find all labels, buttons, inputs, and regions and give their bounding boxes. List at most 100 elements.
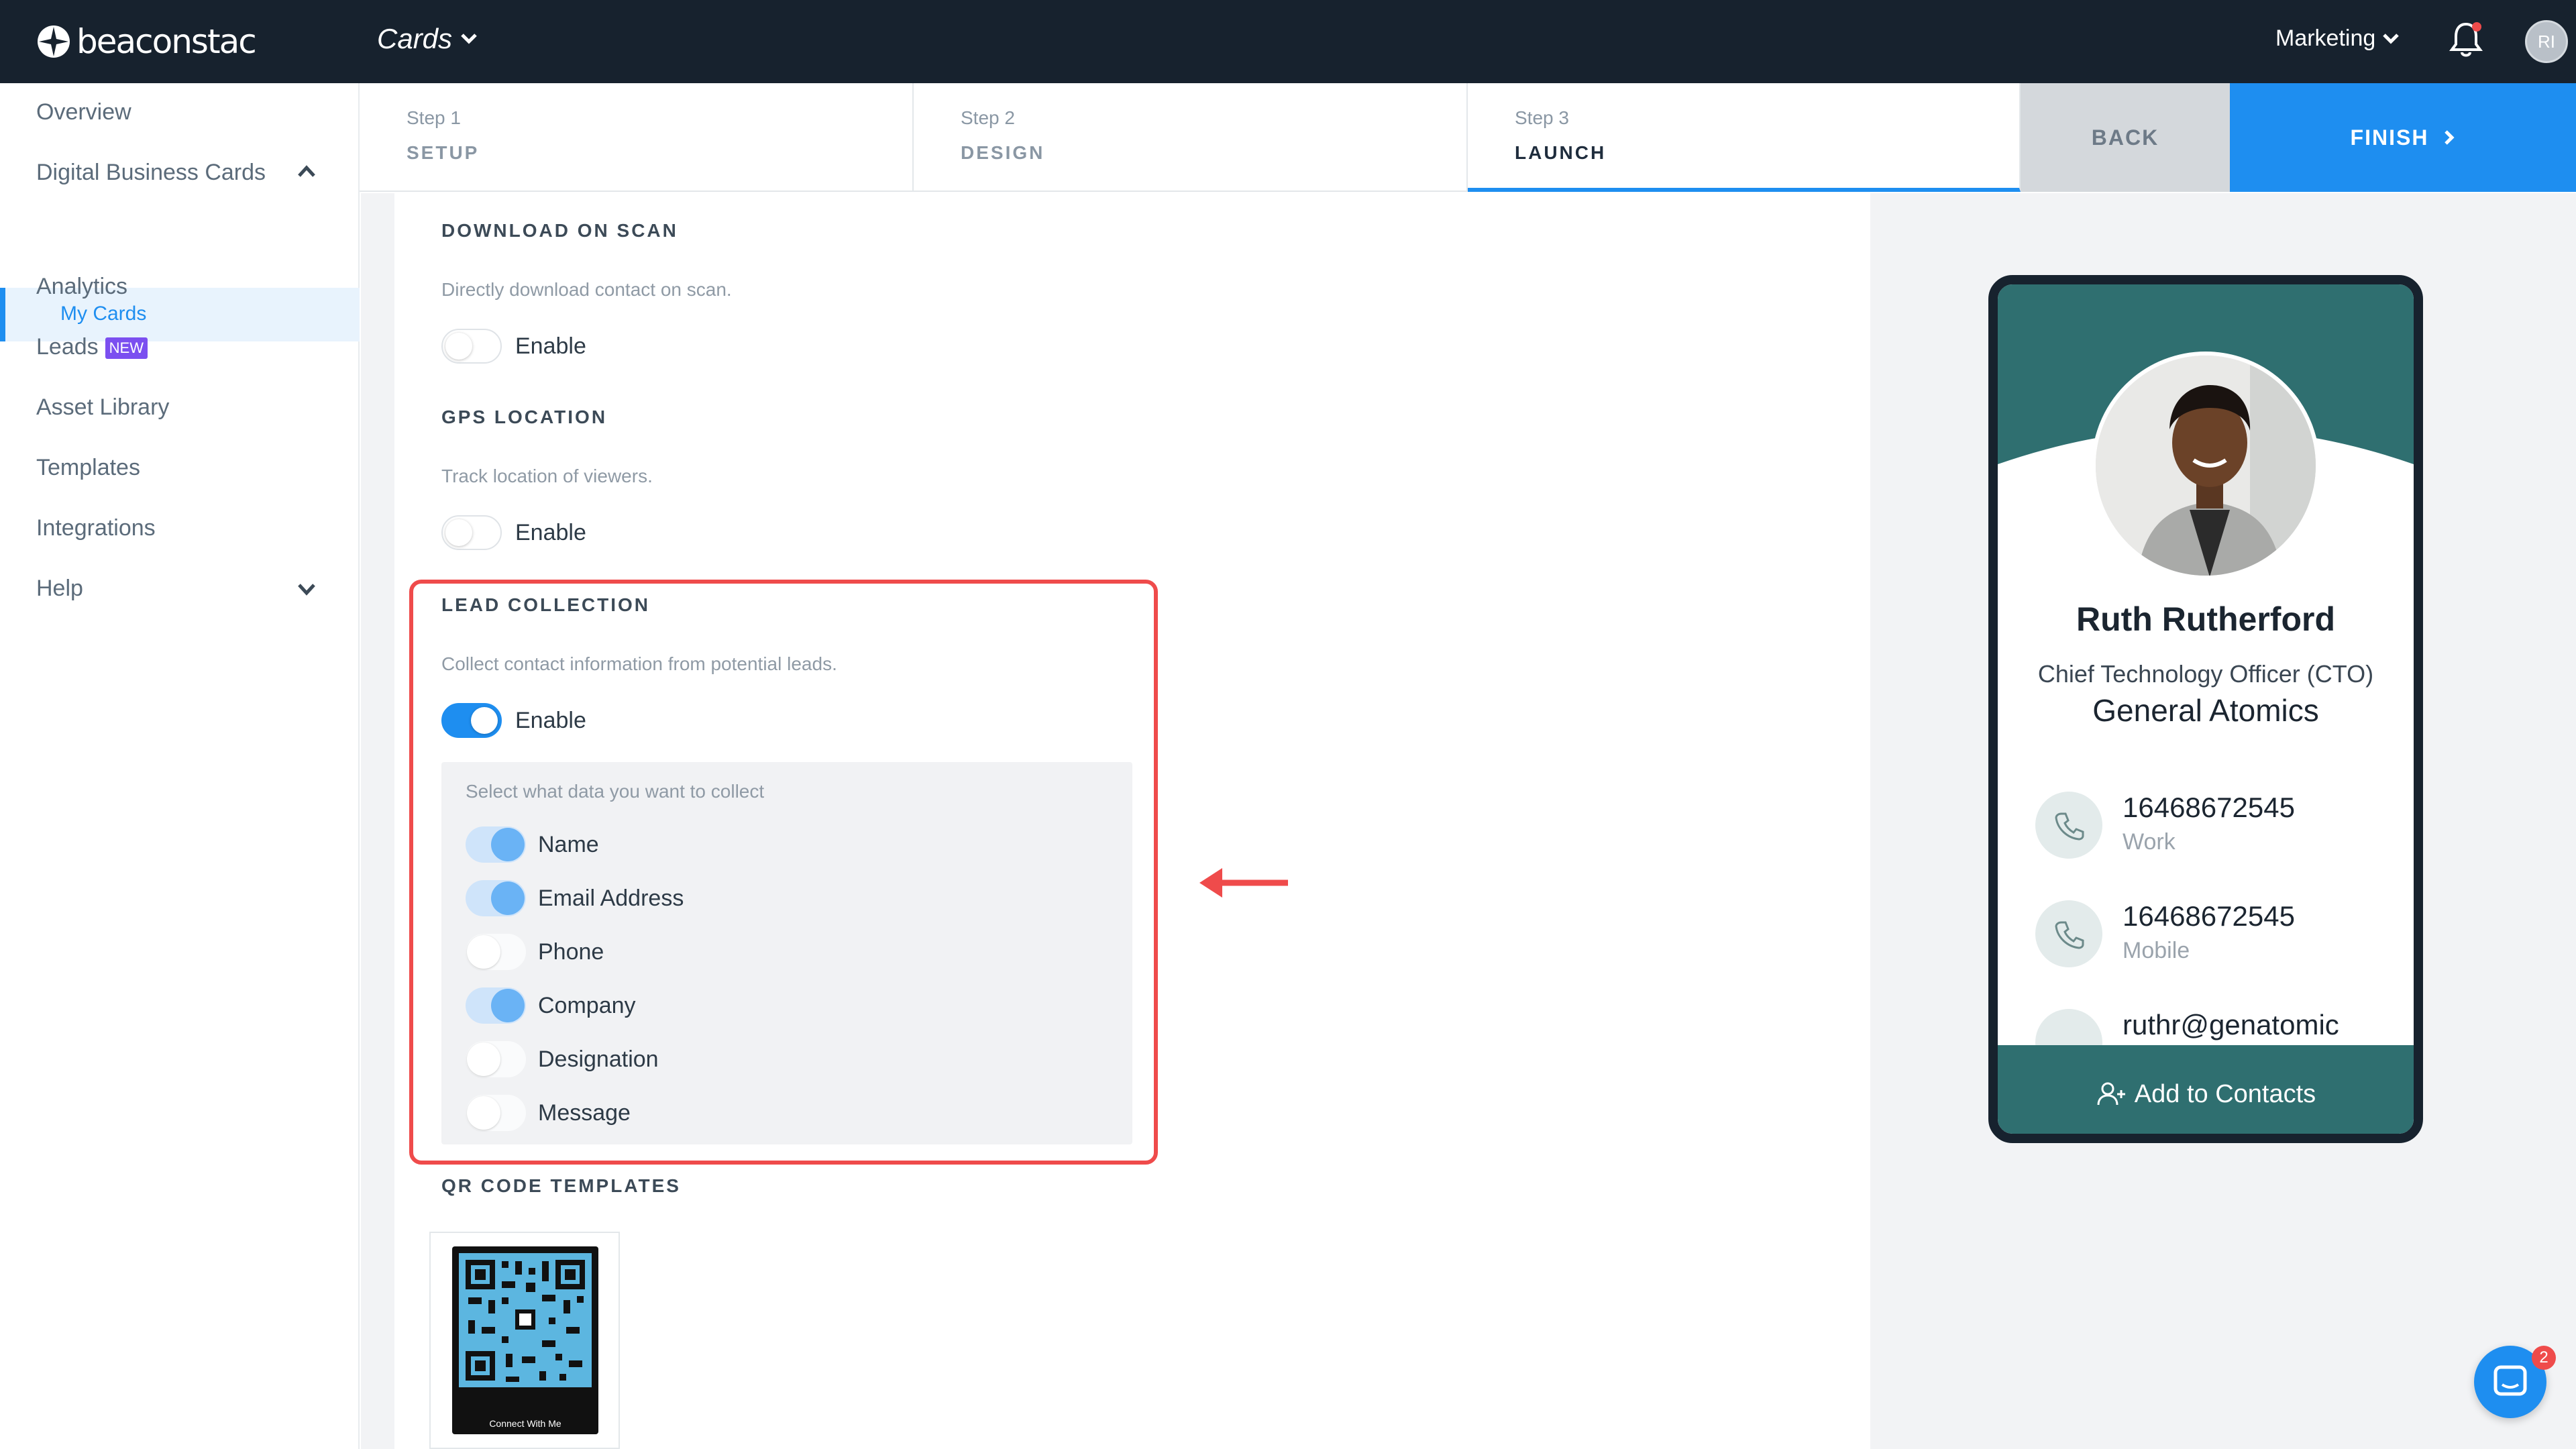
team-switcher[interactable]: Marketing [2275, 25, 2400, 52]
chevron-up-icon[interactable] [297, 164, 317, 178]
chevron-down-icon [461, 34, 477, 44]
lead-field-toggle[interactable] [466, 1095, 526, 1131]
lead-field-company: Company [466, 987, 636, 1024]
lead-field-label: Designation [538, 1046, 659, 1072]
card-company: General Atomics [2092, 693, 2319, 728]
qr-cta-label: Connect With Me [489, 1418, 561, 1429]
add-to-contacts-label: Add to Contacts [2134, 1079, 2316, 1108]
lead-collection-desc: Collect contact information from potenti… [441, 653, 837, 674]
contact-value: 16468672545 [2123, 792, 2295, 823]
chat-unread-badge: 2 [2532, 1346, 2556, 1370]
step-name: SETUP [407, 142, 480, 163]
step-number: Step 1 [407, 107, 461, 128]
qr-code-icon [459, 1253, 592, 1387]
sidebar-item-label: My Cards [60, 303, 147, 325]
user-avatar[interactable]: RI [2525, 20, 2568, 63]
lead-field-name: Name [466, 826, 599, 863]
sidebar: Overview Digital Business Cards My Cards… [0, 83, 360, 1449]
chevron-down-icon [2383, 33, 2400, 44]
toggle-label: Enable [515, 519, 586, 545]
new-badge: NEW [105, 337, 148, 360]
step-launch[interactable]: Step 3 LAUNCH [1468, 83, 2021, 192]
contact-value: 16468672545 [2123, 900, 2295, 932]
lead-field-label: Name [538, 831, 599, 857]
product-switcher[interactable]: Cards [377, 23, 478, 55]
gps-location-title: GPS LOCATION [441, 407, 608, 427]
step-design[interactable]: Step 2 DESIGN [914, 83, 1468, 192]
card-contact-work[interactable]: 16468672545 Work [2035, 792, 2295, 859]
back-button[interactable]: BACK [2021, 83, 2230, 192]
gps-location-toggle[interactable] [441, 515, 502, 550]
contact-value: ruthr@genatomic [2123, 1009, 2339, 1040]
top-bar: beaconstac Cards Marketing RI [0, 0, 2576, 83]
phone-icon [2035, 792, 2102, 859]
bell-icon[interactable] [2447, 20, 2485, 60]
download-on-scan-title: DOWNLOAD ON SCAN [441, 220, 678, 241]
toggle-label: Enable [515, 707, 586, 733]
contact-label: Mobile [2123, 938, 2190, 963]
sidebar-item-label: Analytics [36, 274, 128, 299]
lead-field-toggle[interactable] [466, 934, 526, 970]
download-on-scan-desc: Directly download contact on scan. [441, 279, 732, 300]
step-setup[interactable]: Step 1 SETUP [360, 83, 914, 192]
profile-photo [2092, 352, 2320, 580]
finish-button[interactable]: FINISH [2230, 83, 2576, 192]
lead-field-toggle[interactable] [466, 880, 526, 916]
download-on-scan-toggle-row: Enable [441, 329, 586, 364]
sidebar-item-label: Digital Business Cards [36, 160, 266, 185]
phone-icon [2035, 900, 2102, 967]
qr-templates-title: QR CODE TEMPLATES [441, 1175, 681, 1196]
lead-collection-toggle[interactable] [441, 703, 502, 738]
toggle-label: Enable [515, 333, 586, 359]
contact-label: Work [2123, 829, 2176, 855]
lead-field-email: Email Address [466, 880, 684, 916]
lead-field-label: Email Address [538, 885, 684, 911]
lead-field-label: Phone [538, 938, 604, 965]
lead-collection-title: LEAD COLLECTION [441, 594, 650, 615]
step-number: Step 3 [1515, 107, 1569, 128]
sidebar-item-leads[interactable]: Leads NEW [36, 334, 148, 360]
lead-field-message: Message [466, 1095, 631, 1131]
download-on-scan-toggle[interactable] [441, 329, 502, 364]
lead-field-phone: Phone [466, 934, 604, 970]
lead-field-toggle[interactable] [466, 826, 526, 863]
sidebar-item-digital-business-cards[interactable]: Digital Business Cards [36, 160, 266, 186]
gps-location-toggle-row: Enable [441, 515, 586, 550]
sidebar-item-templates[interactable]: Templates [36, 455, 140, 481]
lead-fields-hint: Select what data you want to collect [466, 781, 765, 802]
sidebar-item-analytics[interactable]: Analytics [36, 274, 127, 300]
gps-location-desc: Track location of viewers. [441, 466, 653, 486]
step-name: LAUNCH [1515, 142, 1607, 163]
brand-logo[interactable]: beaconstac [36, 19, 257, 64]
lead-field-label: Company [538, 992, 636, 1018]
lead-field-label: Message [538, 1099, 631, 1126]
add-to-contacts-button[interactable]: Add to Contacts [1998, 1045, 2414, 1134]
product-switcher-label: Cards [377, 23, 453, 54]
chevron-down-icon[interactable] [297, 582, 317, 597]
sidebar-item-label: Leads [36, 334, 99, 360]
card-person-name: Ruth Rutherford [2076, 600, 2336, 638]
content-gutter [361, 193, 394, 1449]
lead-field-toggle[interactable] [466, 987, 526, 1024]
add-person-icon [2097, 1082, 2125, 1106]
qr-template-card[interactable]: Connect With Me [429, 1232, 620, 1449]
sidebar-item-label: Integrations [36, 515, 156, 541]
card-contact-mobile[interactable]: 16468672545 Mobile [2035, 900, 2295, 967]
card-job-title: Chief Technology Officer (CTO) [2037, 660, 2374, 688]
lead-fields-panel: Select what data you want to collect Nam… [441, 762, 1132, 1144]
sidebar-item-asset-library[interactable]: Asset Library [36, 394, 169, 421]
card-preview-phone: Ruth Rutherford Chief Technology Officer… [1988, 275, 2423, 1143]
qr-template-preview: Connect With Me [452, 1246, 598, 1434]
sidebar-item-integrations[interactable]: Integrations [36, 515, 156, 541]
sidebar-item-overview[interactable]: Overview [36, 99, 131, 125]
lead-field-toggle[interactable] [466, 1041, 526, 1077]
step-name: DESIGN [961, 142, 1045, 163]
sidebar-item-help[interactable]: Help [36, 576, 83, 602]
team-switcher-label: Marketing [2275, 25, 2376, 51]
profile-photo-image [2096, 356, 2316, 576]
beaconstac-logo-icon [38, 25, 70, 58]
sidebar-item-label: Templates [36, 455, 140, 480]
chevron-right-icon [2445, 130, 2455, 145]
lead-field-designation: Designation [466, 1041, 659, 1077]
finish-button-label: FINISH [2350, 125, 2429, 150]
